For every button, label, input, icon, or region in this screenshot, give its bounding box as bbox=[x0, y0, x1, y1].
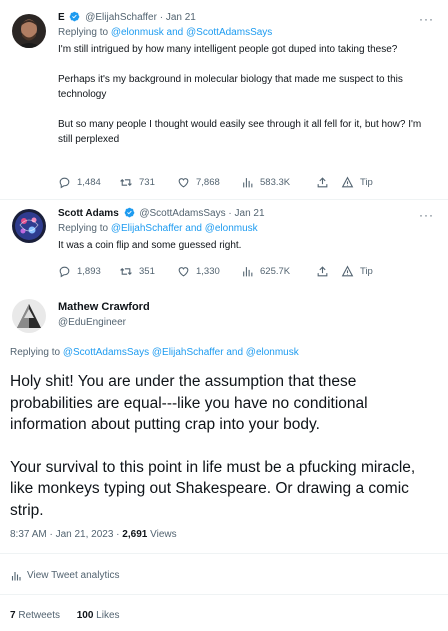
view-count: 2,691 bbox=[122, 529, 148, 540]
like-count: 1,330 bbox=[196, 265, 220, 277]
tweet-paragraph: Your survival to this point in life must… bbox=[10, 458, 416, 519]
views-icon bbox=[243, 266, 253, 276]
display-name[interactable]: Mathew Crawford bbox=[58, 300, 150, 314]
likes-label: Likes bbox=[93, 610, 120, 621]
view-analytics-link[interactable]: View Tweet analytics bbox=[10, 569, 119, 583]
action-bar: 1,893 351 1,330 625.7K Tip bbox=[58, 263, 438, 279]
retweet-button[interactable]: 731 bbox=[119, 174, 155, 190]
tweet-paragraph: But so many people I thought would easil… bbox=[58, 119, 422, 145]
tweet-paragraph: It was a coin flip and some guessed righ… bbox=[58, 240, 242, 251]
retweet-icon bbox=[120, 178, 132, 186]
tweet-date[interactable]: Jan 21 bbox=[235, 208, 265, 219]
share-icon bbox=[317, 265, 328, 276]
share-icon bbox=[317, 176, 328, 187]
tip-button[interactable]: Tip bbox=[341, 263, 373, 279]
replying-to-prefix: Replying to bbox=[58, 223, 109, 234]
replying-to-handles[interactable]: @ElijahSchaffer and @elonmusk bbox=[111, 223, 258, 234]
verified-badge-icon bbox=[70, 11, 80, 22]
tweet-text: I'm still intrigued by how many intellig… bbox=[58, 42, 433, 147]
tweet-paragraph: I'm still intrigued by how many intellig… bbox=[58, 44, 398, 55]
view-count: 583.3K bbox=[260, 176, 291, 188]
tweet-date[interactable]: Jan 21 bbox=[166, 12, 196, 23]
likes-count: 100 bbox=[76, 610, 94, 621]
replying-to: Replying to @elonmusk and @ScottAdamsSay… bbox=[58, 26, 272, 40]
display-name[interactable]: E bbox=[58, 12, 65, 23]
views-icon bbox=[243, 177, 253, 187]
tweet-elijah[interactable]: E @ElijahSchaffer · Jan 21 ··· Replying … bbox=[0, 0, 448, 200]
tweet-paragraph: Holy shit! You are under the assumption … bbox=[10, 373, 368, 433]
engagement-stats: 7 Retweets 100 Likes bbox=[10, 609, 120, 623]
like-icon bbox=[178, 266, 189, 276]
views-button[interactable]: 625.7K bbox=[241, 263, 290, 279]
retweet-count: 731 bbox=[139, 176, 155, 188]
tip-icon bbox=[341, 175, 354, 187]
avatar[interactable] bbox=[12, 299, 46, 333]
tip-icon bbox=[341, 264, 354, 276]
handle[interactable]: @ScottAdamsSays bbox=[139, 208, 225, 219]
analytics-label: View Tweet analytics bbox=[27, 570, 120, 581]
separator-dot: · bbox=[228, 208, 232, 219]
divider bbox=[0, 594, 448, 595]
reply-count: 1,484 bbox=[77, 176, 101, 188]
replying-to-handles[interactable]: @elonmusk and @ScottAdamsSays bbox=[111, 27, 272, 38]
share-button[interactable] bbox=[316, 174, 329, 190]
display-name[interactable]: Scott Adams bbox=[58, 208, 119, 219]
more-icon[interactable]: ··· bbox=[419, 209, 434, 221]
replying-to-prefix: Replying to bbox=[10, 347, 61, 358]
handle[interactable]: @EduEngineer bbox=[58, 316, 126, 330]
tweet-header: E @ElijahSchaffer · Jan 21 bbox=[58, 11, 196, 25]
like-button[interactable]: 1,330 bbox=[177, 263, 220, 279]
tip-label: Tip bbox=[360, 265, 373, 277]
reply-icon bbox=[59, 266, 70, 277]
replying-to-handles[interactable]: @ScottAdamsSays @ElijahSchaffer and @elo… bbox=[63, 347, 299, 358]
tweet-timestamp[interactable]: 8:37 AM · Jan 21, 2023 · bbox=[10, 529, 122, 540]
handle[interactable]: @ElijahSchaffer bbox=[85, 12, 157, 23]
avatar[interactable] bbox=[12, 209, 46, 243]
share-button[interactable] bbox=[316, 263, 329, 279]
tip-button[interactable]: Tip bbox=[341, 174, 373, 190]
like-count: 7,868 bbox=[196, 176, 220, 188]
views-label: Views bbox=[147, 529, 177, 540]
replying-to-prefix: Replying to bbox=[58, 27, 109, 38]
view-count: 625.7K bbox=[260, 265, 291, 277]
avatar[interactable] bbox=[12, 14, 46, 48]
tweet-meta: 8:37 AM · Jan 21, 2023 · 2,691 Views bbox=[10, 528, 177, 542]
retweet-button[interactable]: 351 bbox=[119, 263, 155, 279]
likes-stat[interactable]: 100 Likes bbox=[77, 610, 120, 621]
tweet-text: It was a coin flip and some guessed righ… bbox=[58, 238, 433, 253]
tweet-header: Scott Adams @ScottAdamsSays · Jan 21 bbox=[58, 207, 265, 221]
divider bbox=[0, 553, 448, 554]
tip-label: Tip bbox=[360, 176, 373, 188]
like-icon bbox=[178, 177, 189, 187]
verified-badge-icon bbox=[124, 207, 134, 218]
replying-to: Replying to @ElijahSchaffer and @elonmus… bbox=[58, 222, 258, 236]
analytics-icon bbox=[11, 572, 21, 581]
more-icon[interactable]: ··· bbox=[419, 13, 434, 25]
like-button[interactable]: 7,868 bbox=[177, 174, 220, 190]
reply-count: 1,893 bbox=[77, 265, 101, 277]
retweet-count: 351 bbox=[139, 265, 155, 277]
tweet-paragraph: Perhaps it's my background in molecular … bbox=[58, 74, 403, 100]
retweet-icon bbox=[120, 267, 132, 275]
tweet-text: Holy shit! You are under the assumption … bbox=[10, 371, 440, 521]
separator-dot: · bbox=[159, 12, 164, 23]
reply-icon bbox=[59, 177, 70, 188]
retweets-stat[interactable]: 7 Retweets bbox=[10, 610, 60, 621]
retweets-label: Retweets bbox=[15, 610, 61, 621]
replying-to: Replying to @ScottAdamsSays @ElijahSchaf… bbox=[10, 346, 299, 360]
action-bar: 1,484 731 7,868 583.3K Tip bbox=[58, 174, 438, 190]
views-button[interactable]: 583.3K bbox=[241, 174, 290, 190]
reply-button[interactable]: 1,893 bbox=[58, 263, 101, 279]
reply-button[interactable]: 1,484 bbox=[58, 174, 101, 190]
tweet-scott-adams[interactable]: Scott Adams @ScottAdamsSays · Jan 21 ···… bbox=[0, 200, 448, 288]
